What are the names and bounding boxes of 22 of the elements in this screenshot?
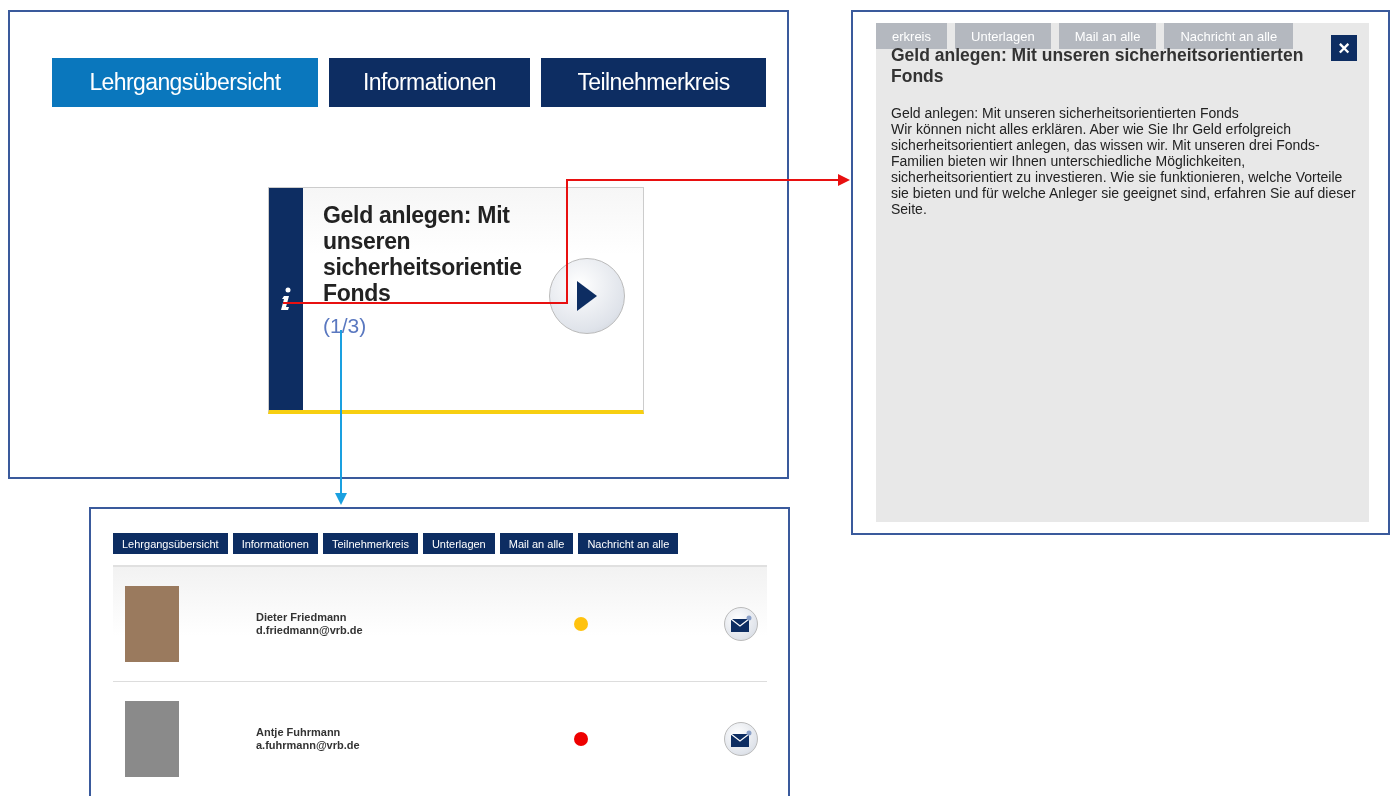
card-title: Geld anlegen: Mit unseren sicherheitsorientie Fonds (323, 202, 523, 306)
tab[interactable]: Lehrgangsübersicht (52, 58, 318, 107)
tab[interactable]: Teilnehmerkreis (322, 533, 418, 554)
envelope-icon (730, 615, 752, 633)
tab[interactable]: Informationen (232, 533, 318, 554)
dialog-text: Wir können nicht alles erklären. Aber wie Sie Ihr Geld erfolgreich sicherheitsorientiert anlegen, das wissen wir. Mit unseren drei Fonds-Familien bieten wir Ihnen unterschiedliche Möglichkeiten, sicherheitsorientiert zu investieren. Wie sie funktionieren, welche Vorteile sie bieten und für welche Anleger sie geeignet sind, erfahren Sie auf dieser Seite. (891, 121, 1357, 217)
tab[interactable]: Teilnehmerkreis (541, 58, 766, 107)
mail-button[interactable] (724, 607, 758, 641)
mail-button[interactable] (724, 722, 758, 756)
participant-info: Dieter Friedmann d.friedmann@vrb.de (256, 611, 364, 637)
envelope-icon (730, 730, 752, 748)
info-icon (280, 287, 292, 311)
dialog-subtitle: Geld anlegen: Mit unseren sicherheitsorientierten Fonds (891, 105, 1240, 121)
participant-info: Antje Fuhrmann a.fuhrmann@vrb.de (256, 726, 361, 752)
tab[interactable]: Nachricht an alle (578, 533, 679, 554)
close-button[interactable]: × (1331, 35, 1357, 61)
tab[interactable]: Mail an alle (499, 533, 574, 554)
page-counter: (1/3) (323, 314, 368, 338)
tab[interactable]: Informationen (329, 58, 530, 107)
play-icon (575, 279, 599, 313)
tab[interactable]: Lehrgangsübersicht (113, 533, 228, 554)
tab[interactable]: Unterlagen (422, 533, 495, 554)
